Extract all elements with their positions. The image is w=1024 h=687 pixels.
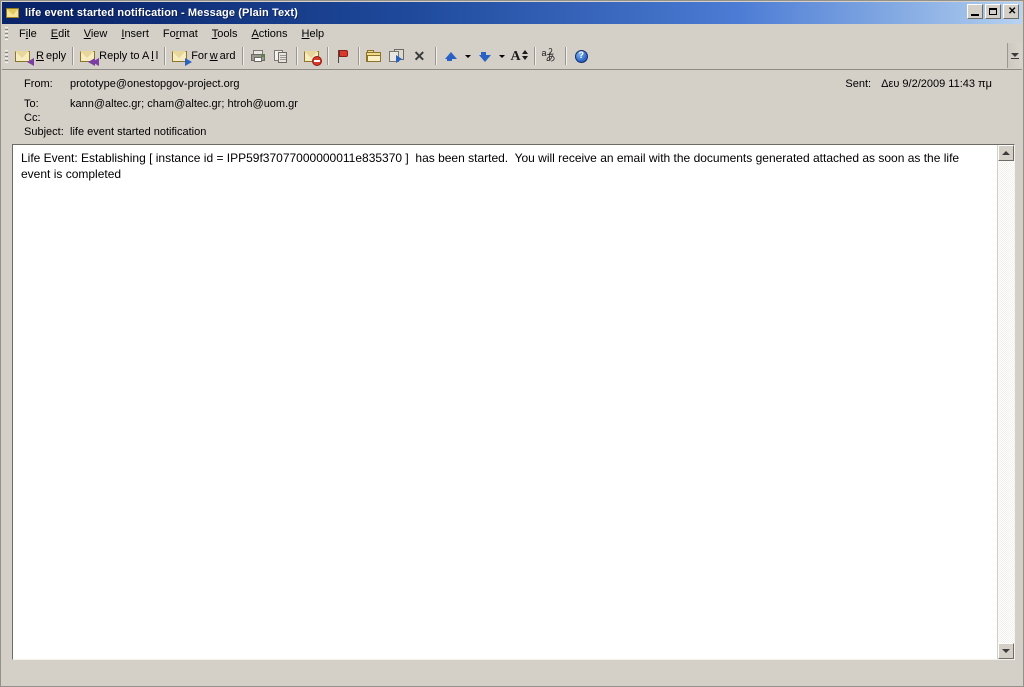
menu-item-format[interactable]: Format: [156, 26, 205, 42]
arrow-up-icon: [1002, 151, 1010, 155]
titlebar[interactable]: life event started notification - Messag…: [2, 2, 1022, 24]
toolbar-separator: [564, 47, 567, 65]
font-size-button[interactable]: A: [508, 45, 531, 67]
menubar: File Edit View Insert Format Tools Actio…: [2, 24, 1022, 43]
help-question-icon: [573, 49, 590, 64]
menu-item-tools[interactable]: Tools: [205, 26, 245, 42]
outlook-message-window: life event started notification - Messag…: [0, 0, 1024, 687]
move-to-folder-button[interactable]: [363, 45, 386, 67]
from-value[interactable]: prototype@onestopgov-project.org: [70, 78, 240, 90]
reply-envelope-icon: [15, 49, 34, 66]
toolbar-overflow-button[interactable]: [1007, 43, 1022, 68]
print-button[interactable]: [247, 45, 270, 67]
to-value[interactable]: kann@altec.gr; cham@altec.gr; htroh@uom.…: [70, 98, 298, 110]
block-sender-envelope-icon: [303, 49, 322, 66]
from-label: From:: [24, 78, 53, 90]
copy-pages-icon: [273, 49, 290, 64]
toolbar-separator: [295, 47, 298, 65]
toolbar-separator: [241, 47, 244, 65]
follow-up-flag-button[interactable]: [332, 45, 355, 67]
window-controls: ✕: [967, 4, 1019, 19]
close-icon: ✕: [1008, 6, 1017, 17]
reply-all-envelope-icon: [80, 49, 100, 66]
window-title: life event started notification - Messag…: [25, 7, 298, 19]
printer-icon: [250, 49, 267, 64]
toolbar: Reply Reply to All For w ard ✕ A a ʔ あ ?: [2, 43, 1022, 70]
copy-to-folder-icon: [388, 48, 406, 64]
toolbar-grip[interactable]: [5, 49, 8, 63]
reply-all-button[interactable]: Reply to All: [77, 45, 161, 67]
block-sender-button[interactable]: [301, 45, 324, 67]
cc-row: Cc:: [2, 112, 1022, 124]
forward-button[interactable]: For w ard: [169, 45, 238, 67]
scroll-down-button[interactable]: [998, 643, 1014, 659]
chevron-down-icon: [499, 54, 506, 58]
menu-item-edit[interactable]: Edit: [44, 26, 77, 42]
subject-value: life event started notification: [70, 126, 207, 138]
scroll-up-button[interactable]: [998, 145, 1014, 161]
previous-item-button[interactable]: [440, 45, 463, 67]
message-header: From: prototype@onestopgov-project.org T…: [2, 70, 1022, 144]
toolbar-separator: [434, 47, 437, 65]
sent-row: Sent: Δευ 9/2/2009 11:43 πμ: [845, 78, 992, 90]
message-body-panel: Life Event: Establishing [ instance id =…: [12, 144, 1015, 660]
copy-button[interactable]: [270, 45, 293, 67]
reply-button[interactable]: Reply: [12, 45, 69, 67]
to-label: To:: [24, 98, 39, 110]
to-row: To: kann@altec.gr; cham@altec.gr; htroh@…: [2, 98, 1022, 110]
forward-envelope-icon: [172, 49, 193, 66]
menu-item-file[interactable]: File: [12, 26, 44, 42]
font-size-icon: A: [511, 49, 528, 64]
menu-item-actions[interactable]: Actions: [244, 26, 294, 42]
maximize-button[interactable]: [985, 4, 1001, 19]
help-button[interactable]: [570, 45, 593, 67]
body-vertical-scrollbar[interactable]: [997, 145, 1014, 659]
delete-button[interactable]: ✕: [409, 45, 432, 67]
folder-icon: [365, 49, 383, 64]
toolbar-separator: [326, 47, 329, 65]
menu-item-insert[interactable]: Insert: [114, 26, 156, 42]
phonetic-guide-button[interactable]: a ʔ あ: [539, 45, 562, 67]
menu-item-view[interactable]: View: [77, 26, 115, 42]
blue-up-arrow-icon: [443, 49, 460, 64]
toolbar-overflow-icon: [1011, 52, 1019, 57]
toolbar-separator: [72, 47, 75, 65]
envelope-icon: [5, 6, 21, 20]
menu-item-help[interactable]: Help: [295, 26, 332, 42]
next-item-button[interactable]: [474, 45, 497, 67]
arrow-down-icon: [1002, 649, 1010, 653]
sent-label: Sent:: [845, 78, 872, 90]
minimize-button[interactable]: [967, 4, 983, 19]
copy-to-folder-button[interactable]: [386, 45, 409, 67]
menubar-grip[interactable]: [5, 27, 8, 40]
window-bottom-filler: [1, 660, 1023, 676]
previous-item-dropdown[interactable]: [463, 46, 474, 66]
delete-x-icon: ✕: [413, 47, 426, 64]
message-body-text[interactable]: Life Event: Establishing [ instance id =…: [13, 145, 997, 659]
blue-down-arrow-icon: [477, 49, 494, 64]
sent-value: Δευ 9/2/2009 11:43 πμ: [881, 78, 992, 90]
subject-row: Subject: life event started notification: [2, 126, 1022, 138]
subject-label: Subject:: [24, 126, 64, 138]
toolbar-separator: [357, 47, 360, 65]
next-item-dropdown[interactable]: [497, 46, 508, 66]
cc-label: Cc:: [24, 112, 41, 124]
toolbar-separator: [533, 47, 536, 65]
phonetic-guide-icon: a ʔ あ: [541, 46, 556, 64]
toolbar-separator: [164, 47, 167, 65]
red-flag-icon: [335, 49, 352, 64]
chevron-down-icon: [465, 54, 472, 58]
close-button[interactable]: ✕: [1003, 4, 1019, 19]
